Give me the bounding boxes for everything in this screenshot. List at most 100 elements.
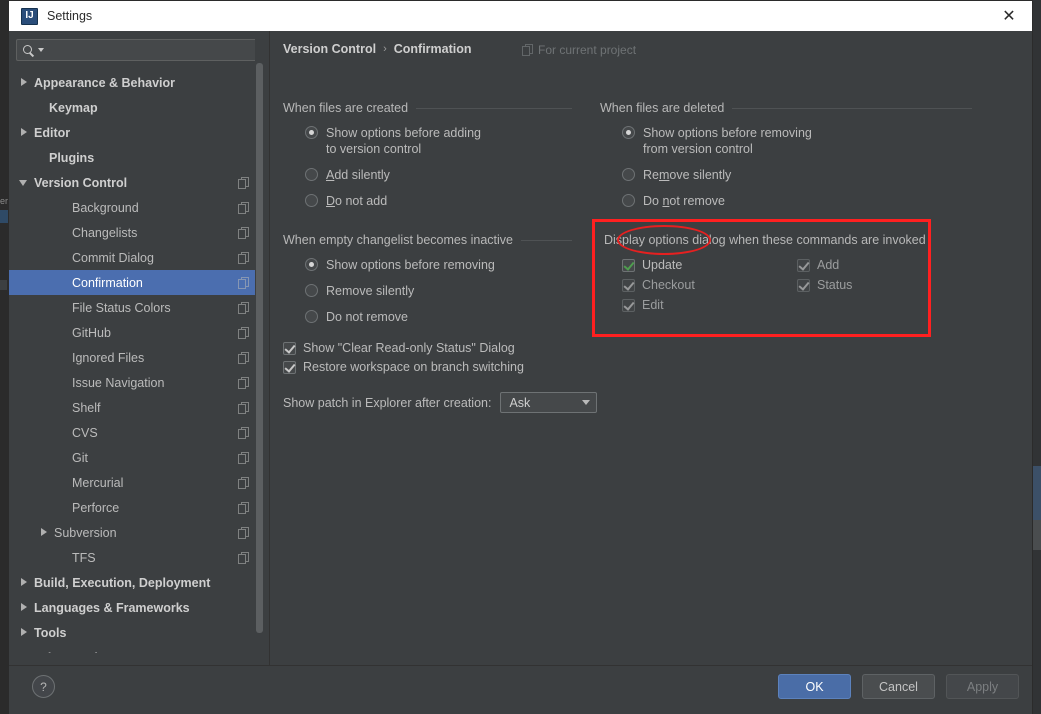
dialog-footer: ? OK Cancel Apply bbox=[9, 665, 1032, 714]
toggle-row-1[interactable]: Restore workspace on branch switching bbox=[283, 360, 524, 374]
empty-changelist-option-0[interactable]: Show options before removing bbox=[305, 257, 572, 273]
radio-group-files-created[interactable]: Show options before adding to version con… bbox=[283, 125, 572, 209]
radio-button[interactable] bbox=[622, 194, 635, 207]
patch-select[interactable]: Ask bbox=[500, 392, 598, 413]
empty-changelist-option-1[interactable]: Remove silently bbox=[305, 283, 572, 299]
copy-icon[interactable] bbox=[238, 276, 249, 289]
commands-column-1[interactable]: Update Checkout Edit bbox=[622, 252, 797, 312]
checkbox[interactable] bbox=[622, 278, 635, 292]
radio-button[interactable] bbox=[305, 168, 318, 181]
command-checkbox-edit[interactable]: Edit bbox=[622, 298, 797, 312]
sidebar-item-background[interactable]: Background bbox=[9, 195, 264, 220]
copy-icon[interactable] bbox=[238, 301, 249, 314]
sidebar-item-keymap[interactable]: Keymap bbox=[9, 95, 264, 120]
sidebar-item-issue-navigation[interactable]: Issue Navigation bbox=[9, 370, 264, 395]
ok-button[interactable]: OK bbox=[778, 674, 851, 699]
command-checkbox-add[interactable]: Add bbox=[797, 258, 852, 272]
sidebar-item-github[interactable]: GitHub bbox=[9, 320, 264, 345]
sidebar-item-tools[interactable]: Tools bbox=[9, 620, 264, 645]
chevron-right-icon[interactable] bbox=[19, 127, 30, 138]
sidebar-item-languages-frameworks[interactable]: Languages & Frameworks bbox=[9, 595, 264, 620]
files-deleted-option-1[interactable]: Remove silently bbox=[622, 167, 972, 183]
copy-icon[interactable] bbox=[238, 401, 249, 414]
chevron-right-icon[interactable] bbox=[19, 627, 30, 638]
sidebar-item-file-status-colors[interactable]: File Status Colors bbox=[9, 295, 264, 320]
radio-group-files-deleted[interactable]: Show options before removing from version… bbox=[600, 125, 972, 209]
sidebar-item-other-settings[interactable]: Other Settings bbox=[9, 645, 264, 654]
copy-icon[interactable] bbox=[238, 376, 249, 389]
checkbox[interactable] bbox=[283, 360, 296, 374]
sidebar-item-cvs[interactable]: CVS bbox=[9, 420, 264, 445]
radio-group-empty-changelist[interactable]: Show options before removing Remove silen… bbox=[283, 257, 572, 325]
copy-icon[interactable] bbox=[238, 326, 249, 339]
search-input[interactable] bbox=[48, 42, 250, 58]
sidebar-item-appearance-behavior[interactable]: Appearance & Behavior bbox=[9, 70, 264, 95]
copy-icon[interactable] bbox=[238, 226, 249, 239]
sidebar-item-mercurial[interactable]: Mercurial bbox=[9, 470, 264, 495]
radio-button[interactable] bbox=[305, 310, 318, 323]
radio-button[interactable] bbox=[305, 284, 318, 297]
copy-icon[interactable] bbox=[238, 476, 249, 489]
settings-tree[interactable]: Appearance & Behavior Keymap Editor Plugins… bbox=[9, 70, 264, 653]
breadcrumb-parent[interactable]: Version Control bbox=[283, 42, 376, 56]
radio-button[interactable] bbox=[305, 194, 318, 207]
sidebar-item-version-control[interactable]: Version Control bbox=[9, 170, 264, 195]
command-checkbox-update[interactable]: Update bbox=[622, 258, 797, 272]
chevron-right-icon[interactable] bbox=[39, 527, 50, 538]
copy-icon[interactable] bbox=[238, 501, 249, 514]
command-checkbox-checkout[interactable]: Checkout bbox=[622, 278, 797, 292]
sidebar-item-perforce[interactable]: Perforce bbox=[9, 495, 264, 520]
files-deleted-option-0[interactable]: Show options before removing from version… bbox=[622, 125, 972, 157]
checkbox[interactable] bbox=[797, 258, 810, 272]
sidebar-item-changelists[interactable]: Changelists bbox=[9, 220, 264, 245]
cancel-button[interactable]: Cancel bbox=[862, 674, 935, 699]
radio-button[interactable] bbox=[622, 126, 635, 139]
checkbox[interactable] bbox=[797, 278, 810, 292]
sidebar-item-editor[interactable]: Editor bbox=[9, 120, 264, 145]
copy-icon[interactable] bbox=[238, 426, 249, 439]
files-created-option-0[interactable]: Show options before adding to version con… bbox=[305, 125, 572, 157]
sidebar-item-plugins[interactable]: Plugins bbox=[9, 145, 264, 170]
chevron-right-icon[interactable] bbox=[19, 602, 30, 613]
files-deleted-option-2[interactable]: Do not remove bbox=[622, 193, 972, 209]
copy-icon[interactable] bbox=[238, 551, 249, 564]
command-checkbox-status[interactable]: Status bbox=[797, 278, 852, 292]
empty-changelist-option-2[interactable]: Do not remove bbox=[305, 309, 572, 325]
files-created-option-1[interactable]: Add silently bbox=[305, 167, 572, 183]
sidebar-item-confirmation[interactable]: Confirmation bbox=[9, 270, 264, 295]
chevron-down-icon[interactable] bbox=[19, 177, 30, 188]
help-button[interactable]: ? bbox=[32, 675, 55, 698]
checkbox[interactable] bbox=[622, 298, 635, 312]
sidebar-item-ignored-files[interactable]: Ignored Files bbox=[9, 345, 264, 370]
copy-icon[interactable] bbox=[238, 526, 249, 539]
radio-button[interactable] bbox=[622, 168, 635, 181]
copy-icon[interactable] bbox=[238, 351, 249, 364]
sidebar-scrollbar[interactable] bbox=[255, 31, 264, 665]
toggle-row-0[interactable]: Show "Clear Read-only Status" Dialog bbox=[283, 341, 524, 355]
close-icon[interactable]: ✕ bbox=[986, 1, 1032, 31]
checkbox[interactable] bbox=[283, 341, 296, 355]
chevron-right-icon[interactable] bbox=[19, 577, 30, 588]
checkbox[interactable] bbox=[622, 258, 635, 272]
chevron-right-icon[interactable] bbox=[19, 77, 30, 88]
sidebar-item-git[interactable]: Git bbox=[9, 445, 264, 470]
sidebar-item-shelf[interactable]: Shelf bbox=[9, 395, 264, 420]
chevron-down-icon[interactable] bbox=[38, 48, 44, 52]
files-created-option-2[interactable]: Do not add bbox=[305, 193, 572, 209]
search-box[interactable] bbox=[16, 39, 257, 61]
commands-column-2[interactable]: Add Status bbox=[797, 252, 852, 312]
sidebar-item-subversion[interactable]: Subversion bbox=[9, 520, 264, 545]
sidebar-item-build-execution-deployment[interactable]: Build, Execution, Deployment bbox=[9, 570, 264, 595]
copy-icon[interactable] bbox=[238, 201, 249, 214]
apply-button[interactable]: Apply bbox=[946, 674, 1019, 699]
general-toggles[interactable]: Show "Clear Read-only Status" Dialog Rest… bbox=[283, 341, 524, 374]
radio-button[interactable] bbox=[305, 258, 318, 271]
copy-icon[interactable] bbox=[238, 451, 249, 464]
sidebar-item-tfs[interactable]: TFS bbox=[9, 545, 264, 570]
sidebar-item-commit-dialog[interactable]: Commit Dialog bbox=[9, 245, 264, 270]
copy-icon[interactable] bbox=[238, 176, 249, 189]
sidebar-scrollbar-thumb[interactable] bbox=[256, 63, 263, 633]
copy-icon[interactable] bbox=[238, 251, 249, 264]
radio-button[interactable] bbox=[305, 126, 318, 139]
chevron-right-icon[interactable] bbox=[19, 652, 30, 653]
